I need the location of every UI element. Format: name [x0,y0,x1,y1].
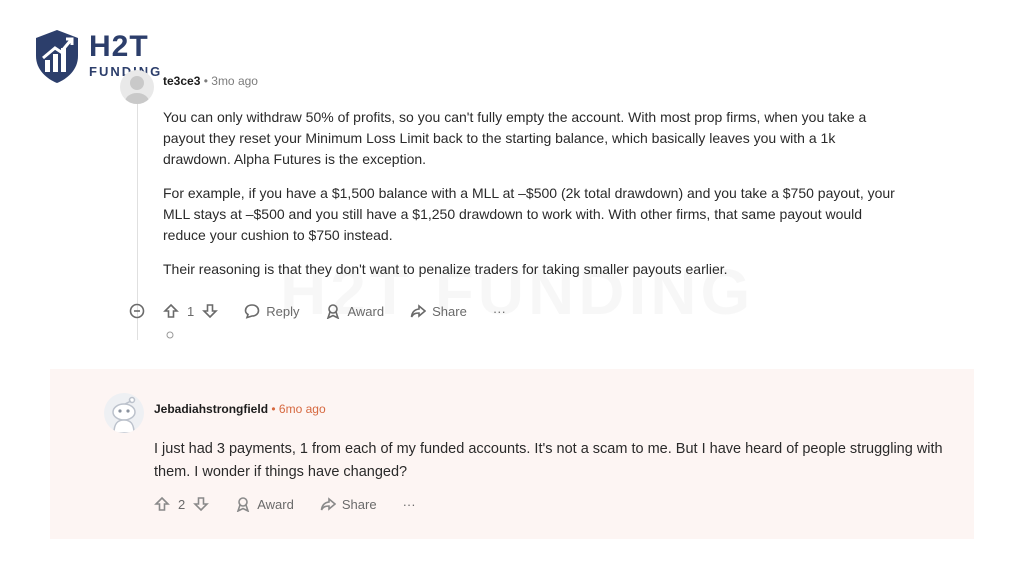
comment-actions: 2 Award Share ··· [154,496,442,512]
reply-button[interactable]: Reply [244,303,299,319]
collapse-icon[interactable] [129,303,145,319]
upvote-icon[interactable] [154,496,170,512]
logo-brand: H2T [89,30,149,63]
award-button[interactable]: Award [235,496,294,512]
share-label: Share [341,496,377,512]
more-options-button[interactable]: ··· [403,497,416,512]
more-icon: ··· [492,303,506,319]
separator: • [271,402,276,416]
award-label: Award [347,303,385,319]
upvote-icon[interactable] [163,303,179,319]
username[interactable]: te3ce3 [163,74,200,88]
h2t-funding-logo: H2T FUNDING [33,28,183,86]
comment-header: te3ce3 • 3mo ago [163,74,258,88]
comment-paragraph: For example, if you have a $1,500 balanc… [163,185,895,243]
share-icon [410,304,427,318]
more-icon: ··· [402,496,416,512]
speech-bubble-icon [244,304,260,319]
share-icon [320,497,336,511]
reply-label: Reply [266,303,300,319]
timestamp: 3mo ago [211,74,258,88]
downvote-icon[interactable] [193,496,210,512]
share-label: Share [432,303,467,319]
username[interactable]: Jebadiahstrongfield [154,402,268,416]
avatar[interactable] [120,70,154,104]
comment-paragraph: You can only withdraw 50% of profits, so… [163,109,867,167]
shield-chart-icon [36,30,78,83]
downvote-icon[interactable] [202,303,219,319]
comment-header: Jebadiahstrongfield • 6mo ago [154,402,326,416]
timestamp: 6mo ago [278,402,326,416]
thread-node-icon [166,331,174,339]
comment-body: You can only withdraw 50% of profits, so… [163,107,903,293]
vote-count: 1 [187,303,195,319]
award-button[interactable]: Award [325,303,384,319]
award-label: Award [257,496,294,512]
share-button[interactable]: Share [320,496,377,512]
more-options-button[interactable]: ··· [493,304,506,319]
award-icon [237,497,250,512]
vote-controls: 2 [154,496,210,512]
vote-count: 2 [178,496,186,512]
share-button[interactable]: Share [410,303,467,319]
comment-paragraph: Their reasoning is that they don't want … [163,261,728,277]
separator: • [203,74,208,88]
comment-body: I just had 3 payments, 1 from each of my… [154,441,943,480]
snoo-avatar-icon [112,396,136,433]
comment-actions: 1 Reply Award Share ··· [129,303,532,319]
avatar[interactable] [104,393,144,433]
vote-controls: 1 [163,303,219,319]
award-icon [327,304,340,319]
